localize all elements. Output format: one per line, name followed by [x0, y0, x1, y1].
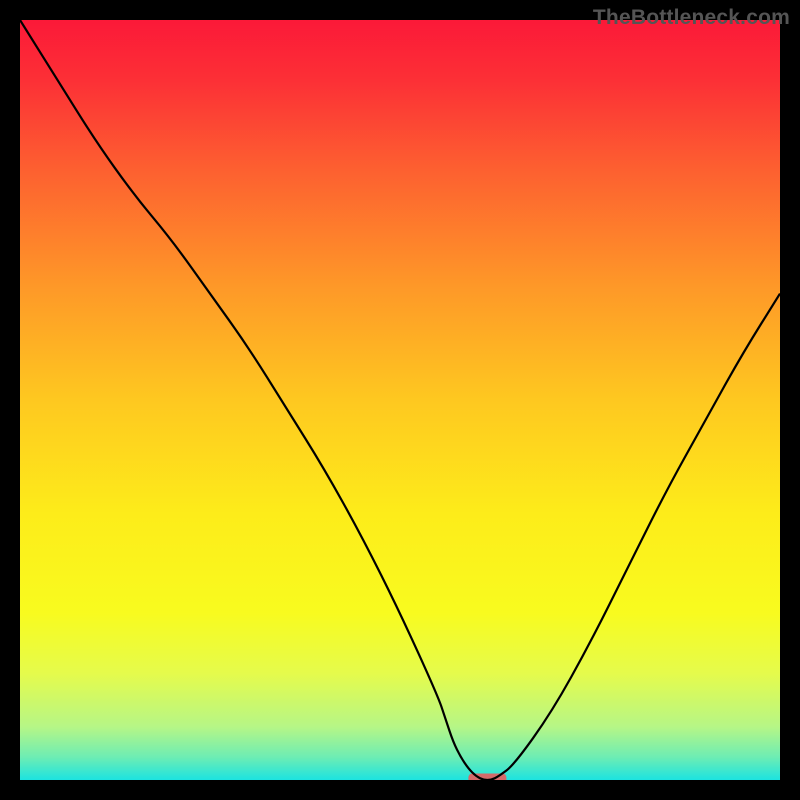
- chart-frame: TheBottleneck.com: [0, 0, 800, 800]
- gradient-background: [20, 20, 780, 780]
- plot-svg: [20, 20, 780, 780]
- watermark-text: TheBottleneck.com: [593, 6, 790, 30]
- plot-area: [20, 20, 780, 780]
